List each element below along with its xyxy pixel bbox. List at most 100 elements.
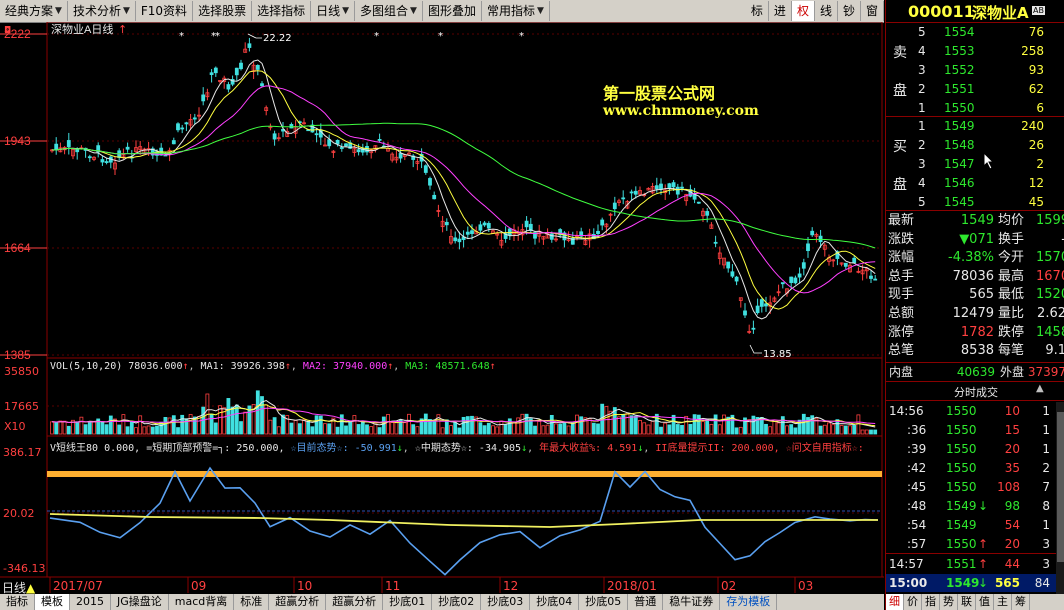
toolbar-toggle-1[interactable]: 进 bbox=[769, 1, 792, 21]
toolbar-toggle-4[interactable]: 钞 bbox=[838, 1, 861, 21]
stock-title: 000011 深物业A AB bbox=[886, 0, 1064, 23]
template-tab-2[interactable]: 2015 bbox=[70, 594, 111, 610]
bid-volume: 12 bbox=[1028, 176, 1044, 190]
ask-row[interactable]: 2 1551 62 bbox=[886, 80, 1064, 98]
ask-row[interactable]: 3 1552 93 bbox=[886, 61, 1064, 79]
menu-item-0[interactable]: 经典方案 ▼ bbox=[0, 1, 68, 21]
menu-item-6[interactable]: 多图组合 ▼ bbox=[355, 1, 423, 21]
stat-value: 1599 bbox=[1036, 213, 1064, 228]
bid-row[interactable]: 1 1549 240 bbox=[886, 117, 1064, 135]
volume-bar bbox=[621, 413, 626, 435]
ask-row[interactable]: 4 1553 258 bbox=[886, 42, 1064, 60]
bid-row[interactable]: 4 1546 12 bbox=[886, 174, 1064, 192]
template-tab-12[interactable]: 抄底05 bbox=[579, 594, 629, 610]
candle-body bbox=[260, 83, 264, 87]
inner-outer-row: 内盘 40639 外盘 37397 bbox=[886, 363, 1064, 381]
toolbar-toggle-3[interactable]: 线 bbox=[815, 1, 838, 21]
template-tab-11[interactable]: 抄底04 bbox=[530, 594, 580, 610]
tick-price: 1550 bbox=[946, 442, 977, 456]
volume-bar bbox=[234, 404, 239, 435]
candle-body bbox=[596, 230, 600, 234]
signal-star-icon: * bbox=[438, 31, 443, 42]
volume-bar bbox=[843, 425, 848, 435]
template-tab-15[interactable]: 存为模板 bbox=[720, 594, 778, 610]
menu-item-2[interactable]: F10资料 bbox=[136, 1, 194, 21]
tick-row: :36 1550 15 1 bbox=[886, 421, 1064, 439]
volume-bar bbox=[579, 416, 584, 435]
template-tab-8[interactable]: 抄底01 bbox=[383, 594, 433, 610]
stat-label: 今开 bbox=[998, 250, 1025, 266]
ticks-scrollbar[interactable] bbox=[1056, 402, 1064, 594]
ask-row[interactable]: 1 1550 6 bbox=[886, 99, 1064, 117]
quote-tab-7[interactable]: 筹 bbox=[1012, 594, 1030, 610]
toolbar-toggle-2[interactable]: 权 bbox=[791, 1, 815, 21]
volume-bar bbox=[87, 421, 92, 435]
dropdown-arrow-icon: ▼ bbox=[410, 6, 417, 16]
quote-tab-4[interactable]: 联 bbox=[958, 594, 976, 610]
inner-label: 内盘 bbox=[889, 365, 914, 379]
stat-label: 现手 bbox=[888, 287, 915, 303]
menu-item-3[interactable]: 选择股票 bbox=[193, 1, 253, 21]
template-tab-5[interactable]: 标准 bbox=[234, 594, 270, 610]
quote-tab-5[interactable]: 值 bbox=[976, 594, 994, 610]
template-tab-14[interactable]: 稳牛证券 bbox=[663, 594, 721, 610]
candle-body bbox=[87, 156, 92, 159]
tick-row: :57 1550 ↑ 20 3 bbox=[886, 535, 1064, 553]
template-tab-10[interactable]: 抄底03 bbox=[481, 594, 531, 610]
volume-bar bbox=[520, 413, 525, 435]
volume-bar bbox=[243, 411, 248, 435]
buy-label-1: 买 bbox=[893, 139, 907, 155]
volume-bar bbox=[533, 425, 537, 435]
outer-value: 37397 bbox=[1027, 365, 1064, 379]
template-tab-3[interactable]: JG操盘论 bbox=[111, 594, 169, 610]
menu-item-8[interactable]: 常用指标 ▼ bbox=[482, 1, 550, 21]
menu-item-7[interactable]: 图形叠加 bbox=[423, 1, 482, 21]
template-tab-7[interactable]: 超赢分析 bbox=[326, 594, 384, 610]
tick-price: 1550 bbox=[946, 480, 977, 494]
tick-volume: 20 bbox=[1004, 537, 1020, 551]
volume-bar bbox=[457, 427, 462, 435]
template-tab-9[interactable]: 抄底02 bbox=[432, 594, 482, 610]
volume-bar bbox=[415, 426, 420, 435]
quote-tab-0[interactable]: 细 bbox=[886, 594, 904, 610]
quote-tab-6[interactable]: 主 bbox=[994, 594, 1012, 610]
candle-body bbox=[734, 276, 739, 282]
template-tab-13[interactable]: 普通 bbox=[628, 594, 664, 610]
toolbar-toggle-0[interactable]: 标 bbox=[746, 1, 769, 21]
indicator-header: V短线王80 0.000, =短期顶部预警=┐: 250.000, ☆目前态势☆… bbox=[50, 443, 864, 454]
menu-item-5[interactable]: 日线 ▼ bbox=[311, 1, 356, 21]
ticks-header[interactable]: 分时成交 ▲ bbox=[886, 381, 1064, 401]
menu-item-4[interactable]: 选择指标 bbox=[252, 1, 312, 21]
ask-price: 1550 bbox=[944, 101, 975, 115]
template-tab-6[interactable]: 超赢分析 bbox=[269, 594, 327, 610]
quote-tab-2[interactable]: 指 bbox=[922, 594, 940, 610]
candle-body bbox=[432, 194, 437, 200]
menu-item-1[interactable]: 技术分析 ▼ bbox=[68, 1, 136, 21]
template-tab-4[interactable]: macd背离 bbox=[169, 594, 235, 610]
toolbar-toggle-5[interactable]: 窗 bbox=[861, 1, 884, 21]
candle-body bbox=[680, 186, 684, 189]
bid-price: 1549 bbox=[944, 119, 975, 133]
volume-bar bbox=[869, 429, 873, 435]
ask-row[interactable]: 5 1554 76 bbox=[886, 23, 1064, 41]
stat-label: 每笔 bbox=[998, 343, 1025, 359]
candle-body bbox=[667, 183, 672, 188]
candle-body bbox=[356, 149, 361, 153]
volume-bar bbox=[722, 414, 726, 435]
bid-row[interactable]: 5 1545 45 bbox=[886, 193, 1064, 211]
quote-tab-1[interactable]: 价 bbox=[904, 594, 922, 610]
quote-tab-3[interactable]: 势 bbox=[940, 594, 958, 610]
volume-bar bbox=[512, 422, 516, 435]
template-tab-0[interactable]: 指标 bbox=[0, 594, 35, 610]
ask-level: 5 bbox=[918, 25, 926, 39]
volume-bar bbox=[633, 415, 638, 435]
tick-volume: 20 bbox=[1004, 442, 1020, 456]
bid-row[interactable]: 3 1547 2 bbox=[886, 155, 1064, 173]
volume-bar bbox=[738, 426, 743, 435]
bid-row[interactable]: 2 1548 26 bbox=[886, 136, 1064, 154]
vol-value: 78036.000 bbox=[128, 361, 183, 372]
date-label: 12 bbox=[503, 579, 518, 593]
indicator-line bbox=[49, 466, 879, 576]
template-tab-1[interactable]: 模板 bbox=[35, 594, 70, 610]
candle-body bbox=[66, 140, 71, 148]
